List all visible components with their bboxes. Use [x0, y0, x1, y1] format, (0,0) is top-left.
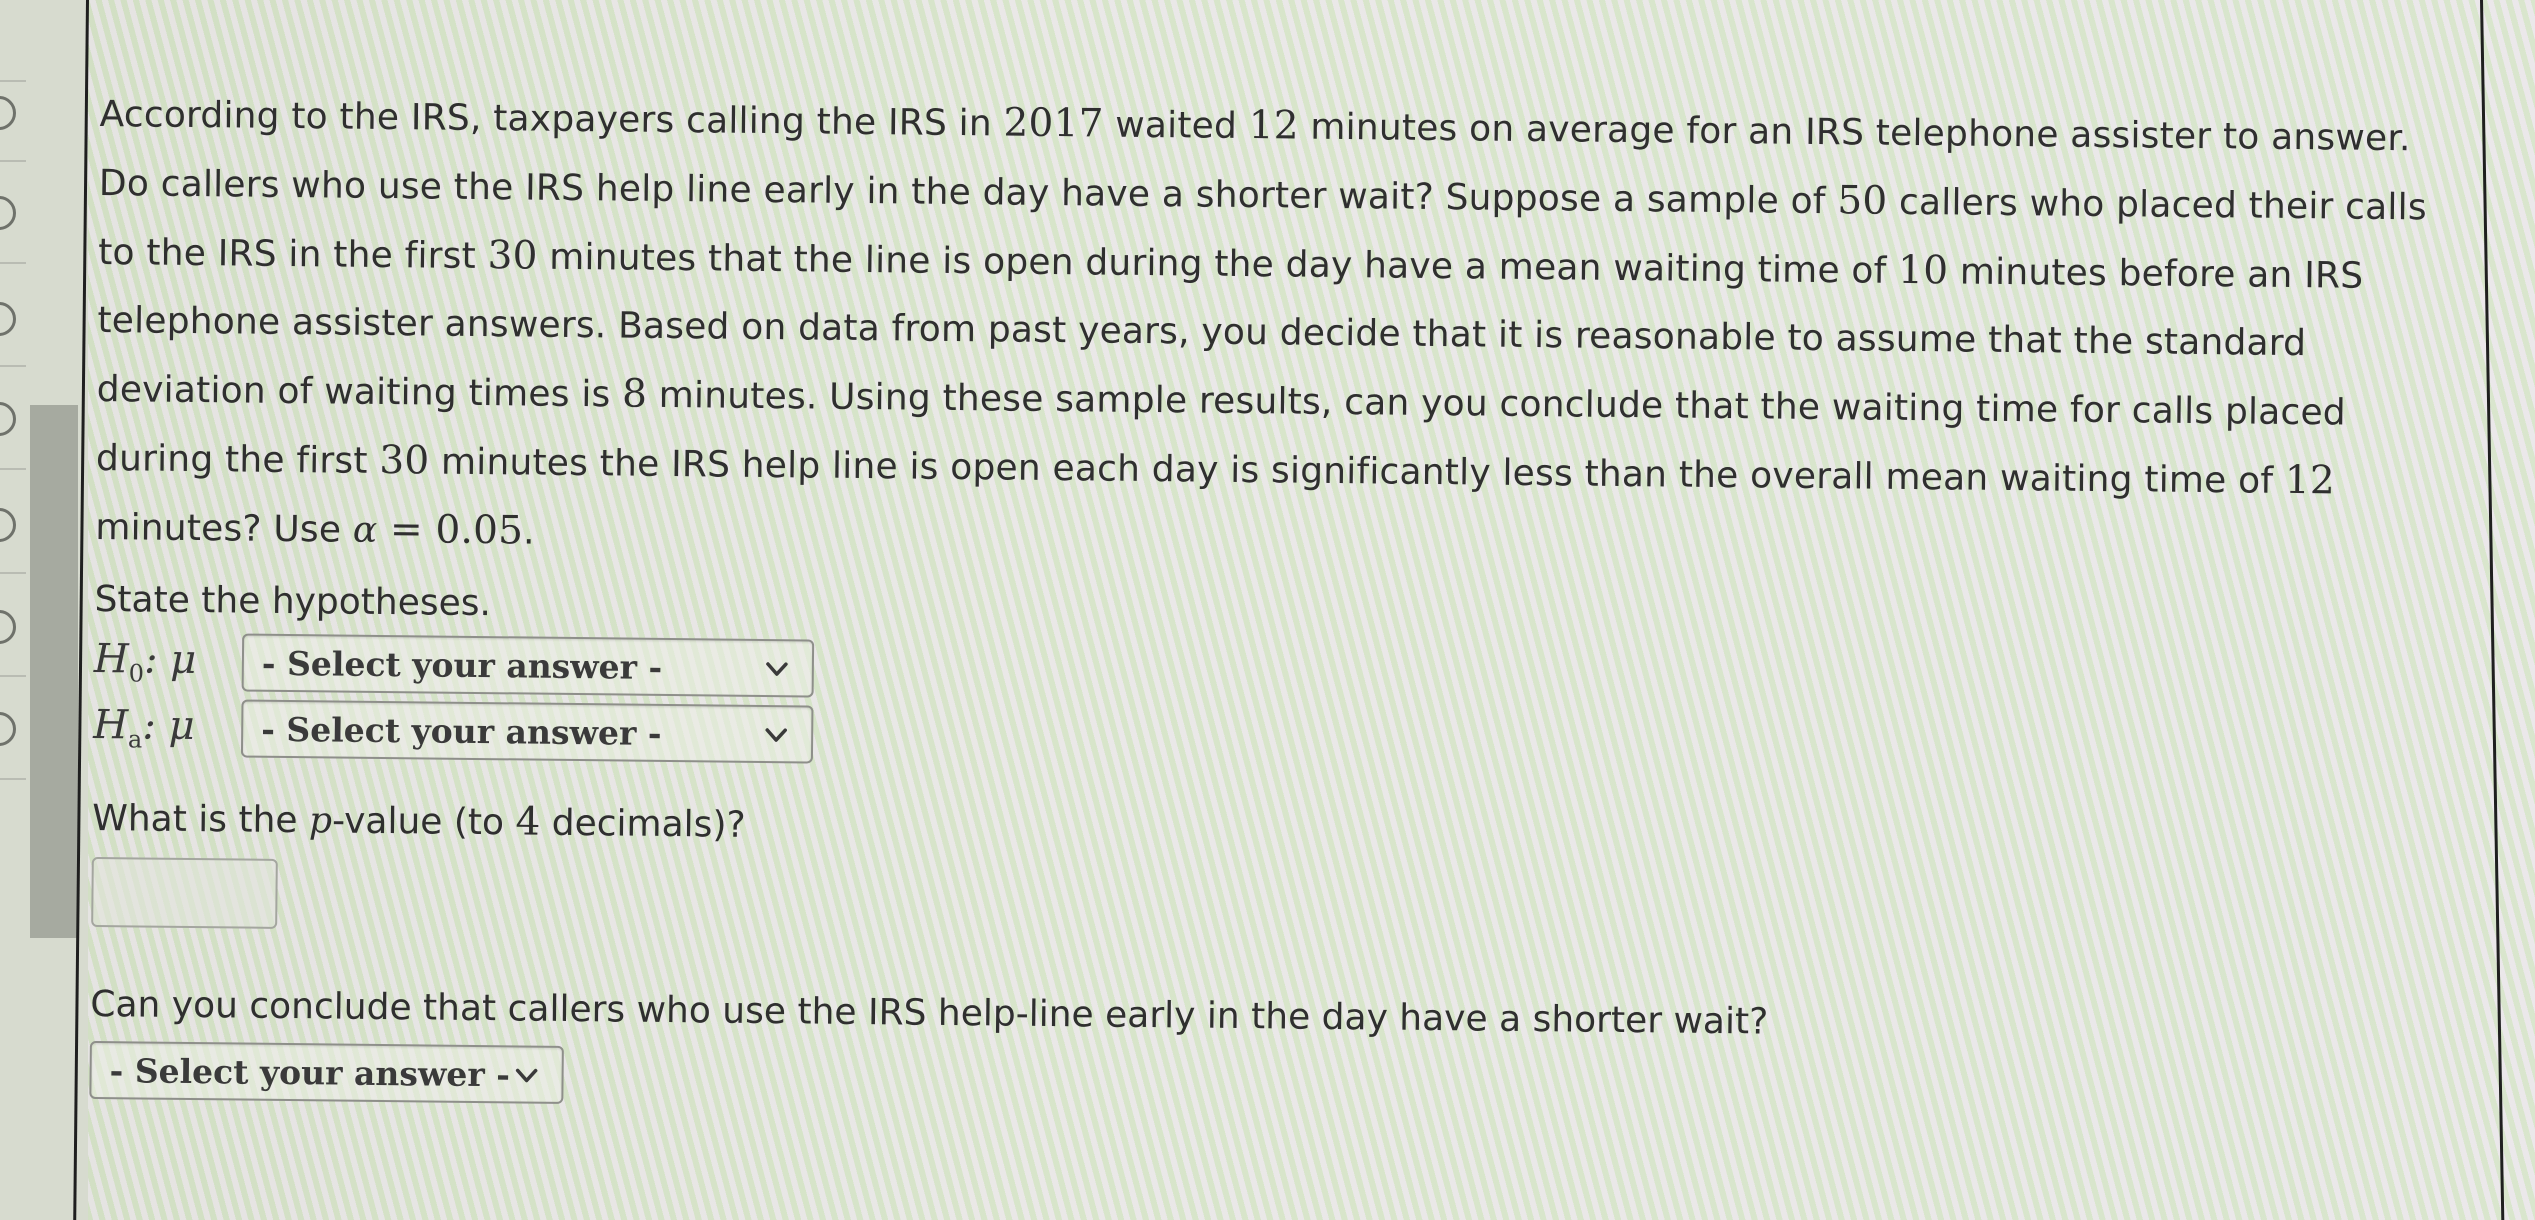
question-status-circle-icon[interactable]	[0, 508, 16, 542]
question-number: 30	[379, 437, 430, 484]
null-hypothesis-select-value: - Select your answer -	[261, 643, 663, 687]
decimals-count: 4	[515, 799, 541, 845]
question-status-circle-icon[interactable]	[0, 402, 16, 436]
ha-subscript: a	[127, 724, 143, 753]
question-text-segment: minutes? Use	[95, 506, 354, 551]
question-number: = 0.05	[377, 506, 524, 554]
alternative-hypothesis-label: Ha: μ	[93, 701, 242, 754]
conclusion-select[interactable]: - Select your answer -	[89, 1040, 564, 1104]
question-text-segment: .	[522, 511, 535, 553]
question-number: 10	[1897, 247, 1949, 294]
alpha-symbol: α	[352, 509, 378, 551]
question-number: 8	[621, 371, 648, 417]
question-number: 12	[2284, 457, 2336, 504]
question-status-circle-icon[interactable]	[0, 96, 16, 130]
chevron-down-icon	[762, 653, 792, 683]
null-hypothesis-label: H0: μ	[94, 635, 243, 688]
p-value-label-text: What is the	[92, 797, 310, 842]
ha-param: : μ	[142, 701, 195, 749]
nav-separator	[0, 468, 26, 470]
question-text-segment: minutes that the line is open during the…	[537, 236, 1899, 292]
p-value-question: What is the p-value (to 4 decimals)?	[92, 790, 2472, 872]
question-text: According to the IRS, taxpayers calling …	[95, 80, 2460, 587]
nav-separator	[0, 365, 26, 367]
question-number: 2017	[1003, 100, 1104, 147]
nav-separator	[0, 572, 26, 574]
question-number: 50	[1837, 178, 1888, 224]
question-text-segment: waited	[1103, 104, 1249, 148]
chevron-down-icon	[761, 719, 791, 749]
nav-separator	[0, 778, 26, 780]
conclusion-select-value: - Select your answer -	[109, 1050, 511, 1094]
nav-separator	[0, 262, 26, 264]
h0-param: : μ	[143, 635, 197, 683]
question-status-circle-icon[interactable]	[0, 610, 16, 644]
question-status-circle-icon[interactable]	[0, 196, 16, 230]
nav-separator	[0, 80, 26, 82]
question-status-circle-icon[interactable]	[0, 302, 16, 336]
p-variable: p	[308, 800, 333, 842]
question-text-segment: minutes the IRS help line is open each d…	[429, 441, 2286, 502]
p-value-input[interactable]	[91, 856, 278, 929]
question-text-segment: According to the IRS, taxpayers calling …	[99, 93, 1004, 145]
question-number: 30	[487, 233, 538, 279]
chevron-down-icon	[511, 1059, 541, 1089]
ha-symbol: H	[93, 701, 129, 748]
h0-subscript: 0	[128, 658, 145, 687]
h0-symbol: H	[93, 635, 130, 682]
question-number: 12	[1248, 103, 1299, 149]
p-value-label-text: decimals)?	[540, 802, 746, 846]
null-hypothesis-select[interactable]: - Select your answer -	[241, 633, 815, 698]
nav-separator	[0, 675, 26, 677]
alternative-hypothesis-select[interactable]: - Select your answer -	[240, 699, 814, 764]
question-panel: According to the IRS, taxpayers calling …	[89, 80, 2480, 1124]
alternative-hypothesis-select-value: - Select your answer -	[261, 709, 662, 753]
p-value-label-text: -value (to	[331, 800, 516, 844]
question-status-circle-icon[interactable]	[0, 712, 16, 746]
nav-separator	[0, 160, 26, 162]
scrollbar-thumb[interactable]	[30, 405, 78, 938]
